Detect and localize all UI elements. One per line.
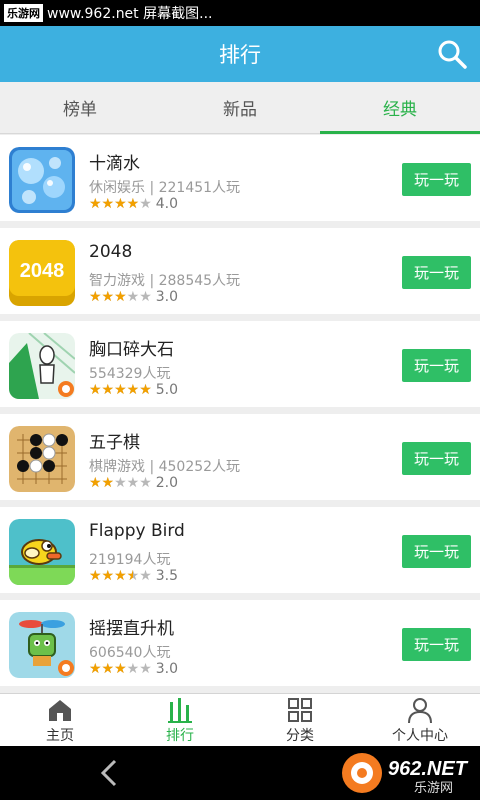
tab-label: 榜单 <box>63 100 97 120</box>
game-name: 摇摆直升机 <box>89 619 174 639</box>
tab-label: 经典 <box>383 100 417 120</box>
star-rating: ★★★★★★★★★★ <box>89 568 152 584</box>
rating-value: 3.0 <box>155 661 179 677</box>
game-list: 十滴水 休闲娱乐 | 221451人玩 ★★★★★★★★★★ 4.0 玩一玩 2… <box>0 135 480 693</box>
play-button[interactable]: 玩一玩 <box>402 628 471 661</box>
game-rating: ★★★★★★★★★★ 3.0 <box>89 661 178 677</box>
watermark-text: 962.NET <box>388 758 469 780</box>
list-item[interactable]: 2048 2048 智力游戏 | 288545人玩 ★★★★★★★★★★ 3.0… <box>0 228 480 314</box>
watermark-badge: 乐游网 <box>4 4 43 22</box>
game-rating: ★★★★★★★★★★ 4.0 <box>89 196 178 212</box>
nav-label: 分类 <box>286 727 314 744</box>
play-button[interactable]: 玩一玩 <box>402 349 471 382</box>
list-item[interactable]: 十滴水 休闲娱乐 | 221451人玩 ★★★★★★★★★★ 4.0 玩一玩 <box>0 135 480 221</box>
game-rating: ★★★★★ ★★★★★ 5.0 <box>89 382 178 398</box>
tab-bar: 榜单 新品 经典 <box>0 82 480 134</box>
star-rating: ★★★★★★★★★★ <box>89 475 152 491</box>
game-name: 十滴水 <box>89 154 140 174</box>
tab-classic[interactable]: 经典 <box>320 82 480 134</box>
ranking-icon <box>168 697 192 723</box>
2048-icon: 2048 <box>9 240 75 306</box>
person-icon <box>408 697 432 723</box>
rating-value: 3.0 <box>155 289 179 305</box>
rating-value: 3.5 <box>155 568 179 584</box>
bottom-nav: 主页 排行 分类 个人中心 <box>0 693 480 746</box>
page-title: 排行 <box>219 43 261 67</box>
rating-value: 2.0 <box>155 475 179 491</box>
list-item[interactable]: 胸口碎大石 554329人玩 ★★★★★ ★★★★★ 5.0 玩一玩 <box>0 321 480 407</box>
status-bar: 乐游网 www.962.net 屏幕截图... <box>0 0 480 26</box>
gomoku-board-icon <box>9 426 75 492</box>
stick-figure-icon <box>9 333 75 399</box>
star-rating: ★★★★★★★★★★ <box>89 196 152 212</box>
star-rating: ★★★★★★★★★★ <box>89 661 152 677</box>
nav-ranking[interactable]: 排行 <box>120 694 240 746</box>
flappy-bird-icon <box>9 519 75 585</box>
back-arrow-icon[interactable] <box>98 758 120 788</box>
tab-new[interactable]: 新品 <box>160 82 320 133</box>
rating-value: 5.0 <box>155 382 179 398</box>
play-button[interactable]: 玩一玩 <box>402 535 471 568</box>
list-item[interactable]: 五子棋 棋牌游戏 | 450252人玩 ★★★★★★★★★★ 2.0 玩一玩 <box>0 414 480 500</box>
game-meta: 智力游戏 | 288545人玩 <box>89 273 241 289</box>
search-icon[interactable] <box>436 38 468 70</box>
game-meta: 606540人玩 <box>89 645 171 661</box>
game-name: 胸口碎大石 <box>89 340 174 360</box>
nav-home[interactable]: 主页 <box>0 694 120 746</box>
game-rating: ★★★★★★★★★★ 3.0 <box>89 289 178 305</box>
rating-value: 4.0 <box>155 196 179 212</box>
nav-label: 排行 <box>166 727 194 744</box>
nav-category[interactable]: 分类 <box>240 694 360 746</box>
water-drops-icon <box>9 147 75 213</box>
game-name: 五子棋 <box>89 433 140 453</box>
game-meta: 219194人玩 <box>89 552 171 568</box>
star-rating: ★★★★★★★★★★ <box>89 382 152 398</box>
tab-label: 新品 <box>223 100 257 120</box>
play-button[interactable]: 玩一玩 <box>402 256 471 289</box>
nav-label: 主页 <box>46 727 74 744</box>
icon-text: 2048 <box>20 260 65 282</box>
swing-copter-icon <box>9 612 75 678</box>
site-watermark-logo: 962.NET 乐游网 <box>342 753 469 796</box>
game-meta: 554329人玩 <box>89 366 171 382</box>
watermark-subtext: 乐游网 <box>414 781 453 796</box>
status-bar-text: www.962.net 屏幕截图... <box>47 6 213 22</box>
list-item[interactable]: Flappy Bird 219194人玩 ★★★★★★★★★★ 3.5 玩一玩 <box>0 507 480 593</box>
game-name: 2048 <box>89 242 133 262</box>
play-button[interactable]: 玩一玩 <box>402 163 471 196</box>
tab-ranking-list[interactable]: 榜单 <box>0 82 160 133</box>
game-meta: 休闲娱乐 | 221451人玩 <box>89 180 241 196</box>
list-item[interactable]: 摇摆直升机 606540人玩 ★★★★★★★★★★ 3.0 玩一玩 <box>0 600 480 686</box>
game-name: Flappy Bird <box>89 521 185 541</box>
grid-icon <box>288 697 312 722</box>
game-rating: ★★★★★★★★★★ 2.0 <box>89 475 178 491</box>
nav-label: 个人中心 <box>392 727 448 744</box>
nav-profile[interactable]: 个人中心 <box>360 694 480 746</box>
game-meta: 棋牌游戏 | 450252人玩 <box>89 459 241 475</box>
game-rating: ★★★★★★★★★★ 3.5 <box>89 568 178 584</box>
app-bar: 排行 <box>0 26 480 82</box>
play-button[interactable]: 玩一玩 <box>402 442 471 475</box>
home-icon <box>49 699 71 721</box>
star-rating: ★★★★★★★★★★ <box>89 289 152 305</box>
